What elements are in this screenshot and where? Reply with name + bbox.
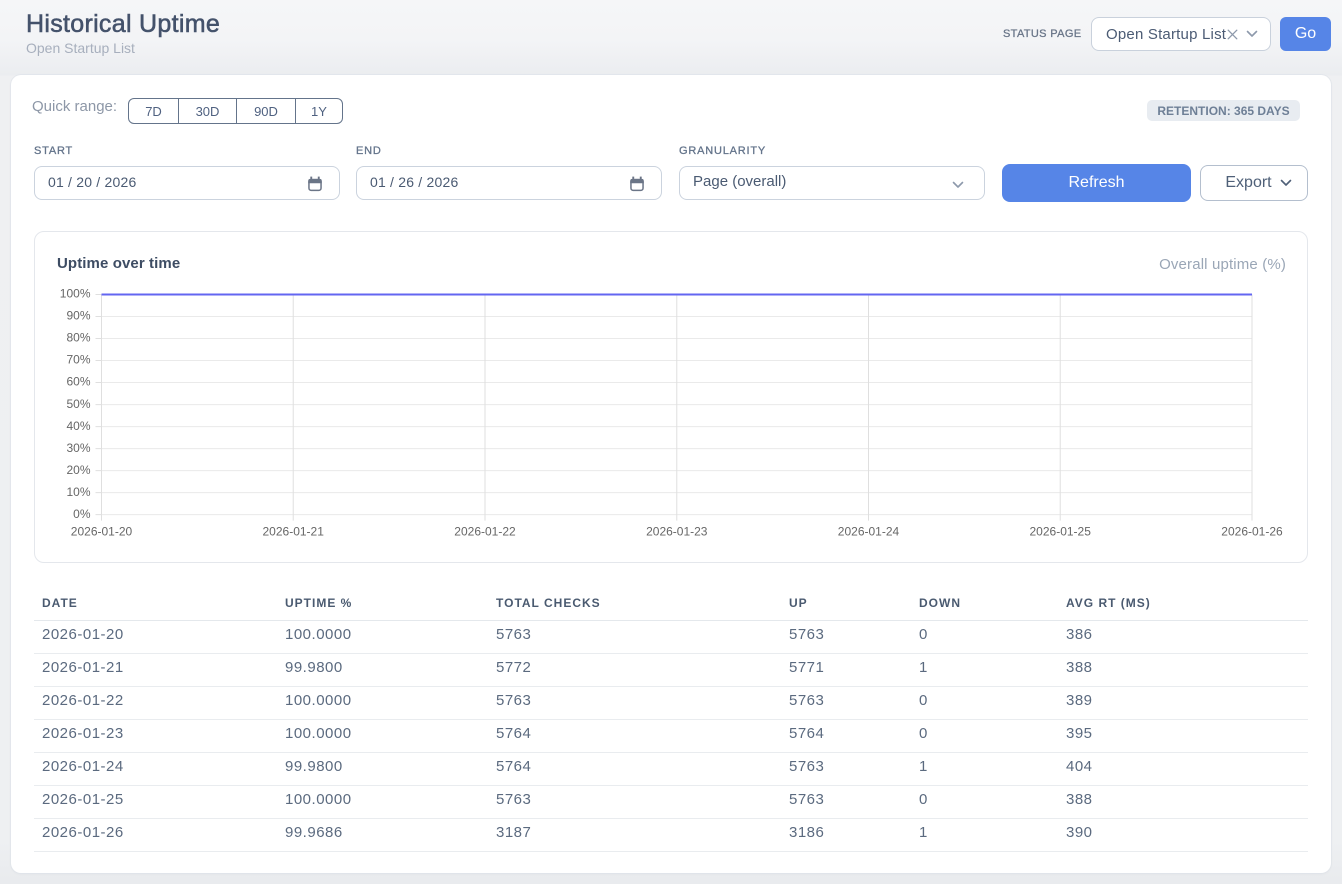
svg-text:2026-01-21: 2026-01-21 [263, 525, 325, 539]
svg-text:20%: 20% [66, 463, 90, 477]
svg-text:100%: 100% [60, 287, 91, 301]
svg-text:30%: 30% [66, 441, 90, 455]
svg-text:2026-01-23: 2026-01-23 [646, 525, 708, 539]
svg-text:80%: 80% [66, 331, 90, 345]
svg-text:70%: 70% [66, 353, 90, 367]
svg-text:2026-01-20: 2026-01-20 [71, 525, 133, 539]
svg-text:2026-01-25: 2026-01-25 [1030, 525, 1092, 539]
svg-text:90%: 90% [66, 309, 90, 323]
svg-text:2026-01-26: 2026-01-26 [1221, 525, 1283, 539]
svg-text:60%: 60% [66, 375, 90, 389]
svg-text:0%: 0% [73, 507, 91, 521]
svg-text:2026-01-22: 2026-01-22 [454, 525, 516, 539]
svg-text:40%: 40% [66, 419, 90, 433]
svg-text:10%: 10% [66, 485, 90, 499]
svg-text:50%: 50% [66, 397, 90, 411]
svg-text:2026-01-24: 2026-01-24 [838, 525, 900, 539]
